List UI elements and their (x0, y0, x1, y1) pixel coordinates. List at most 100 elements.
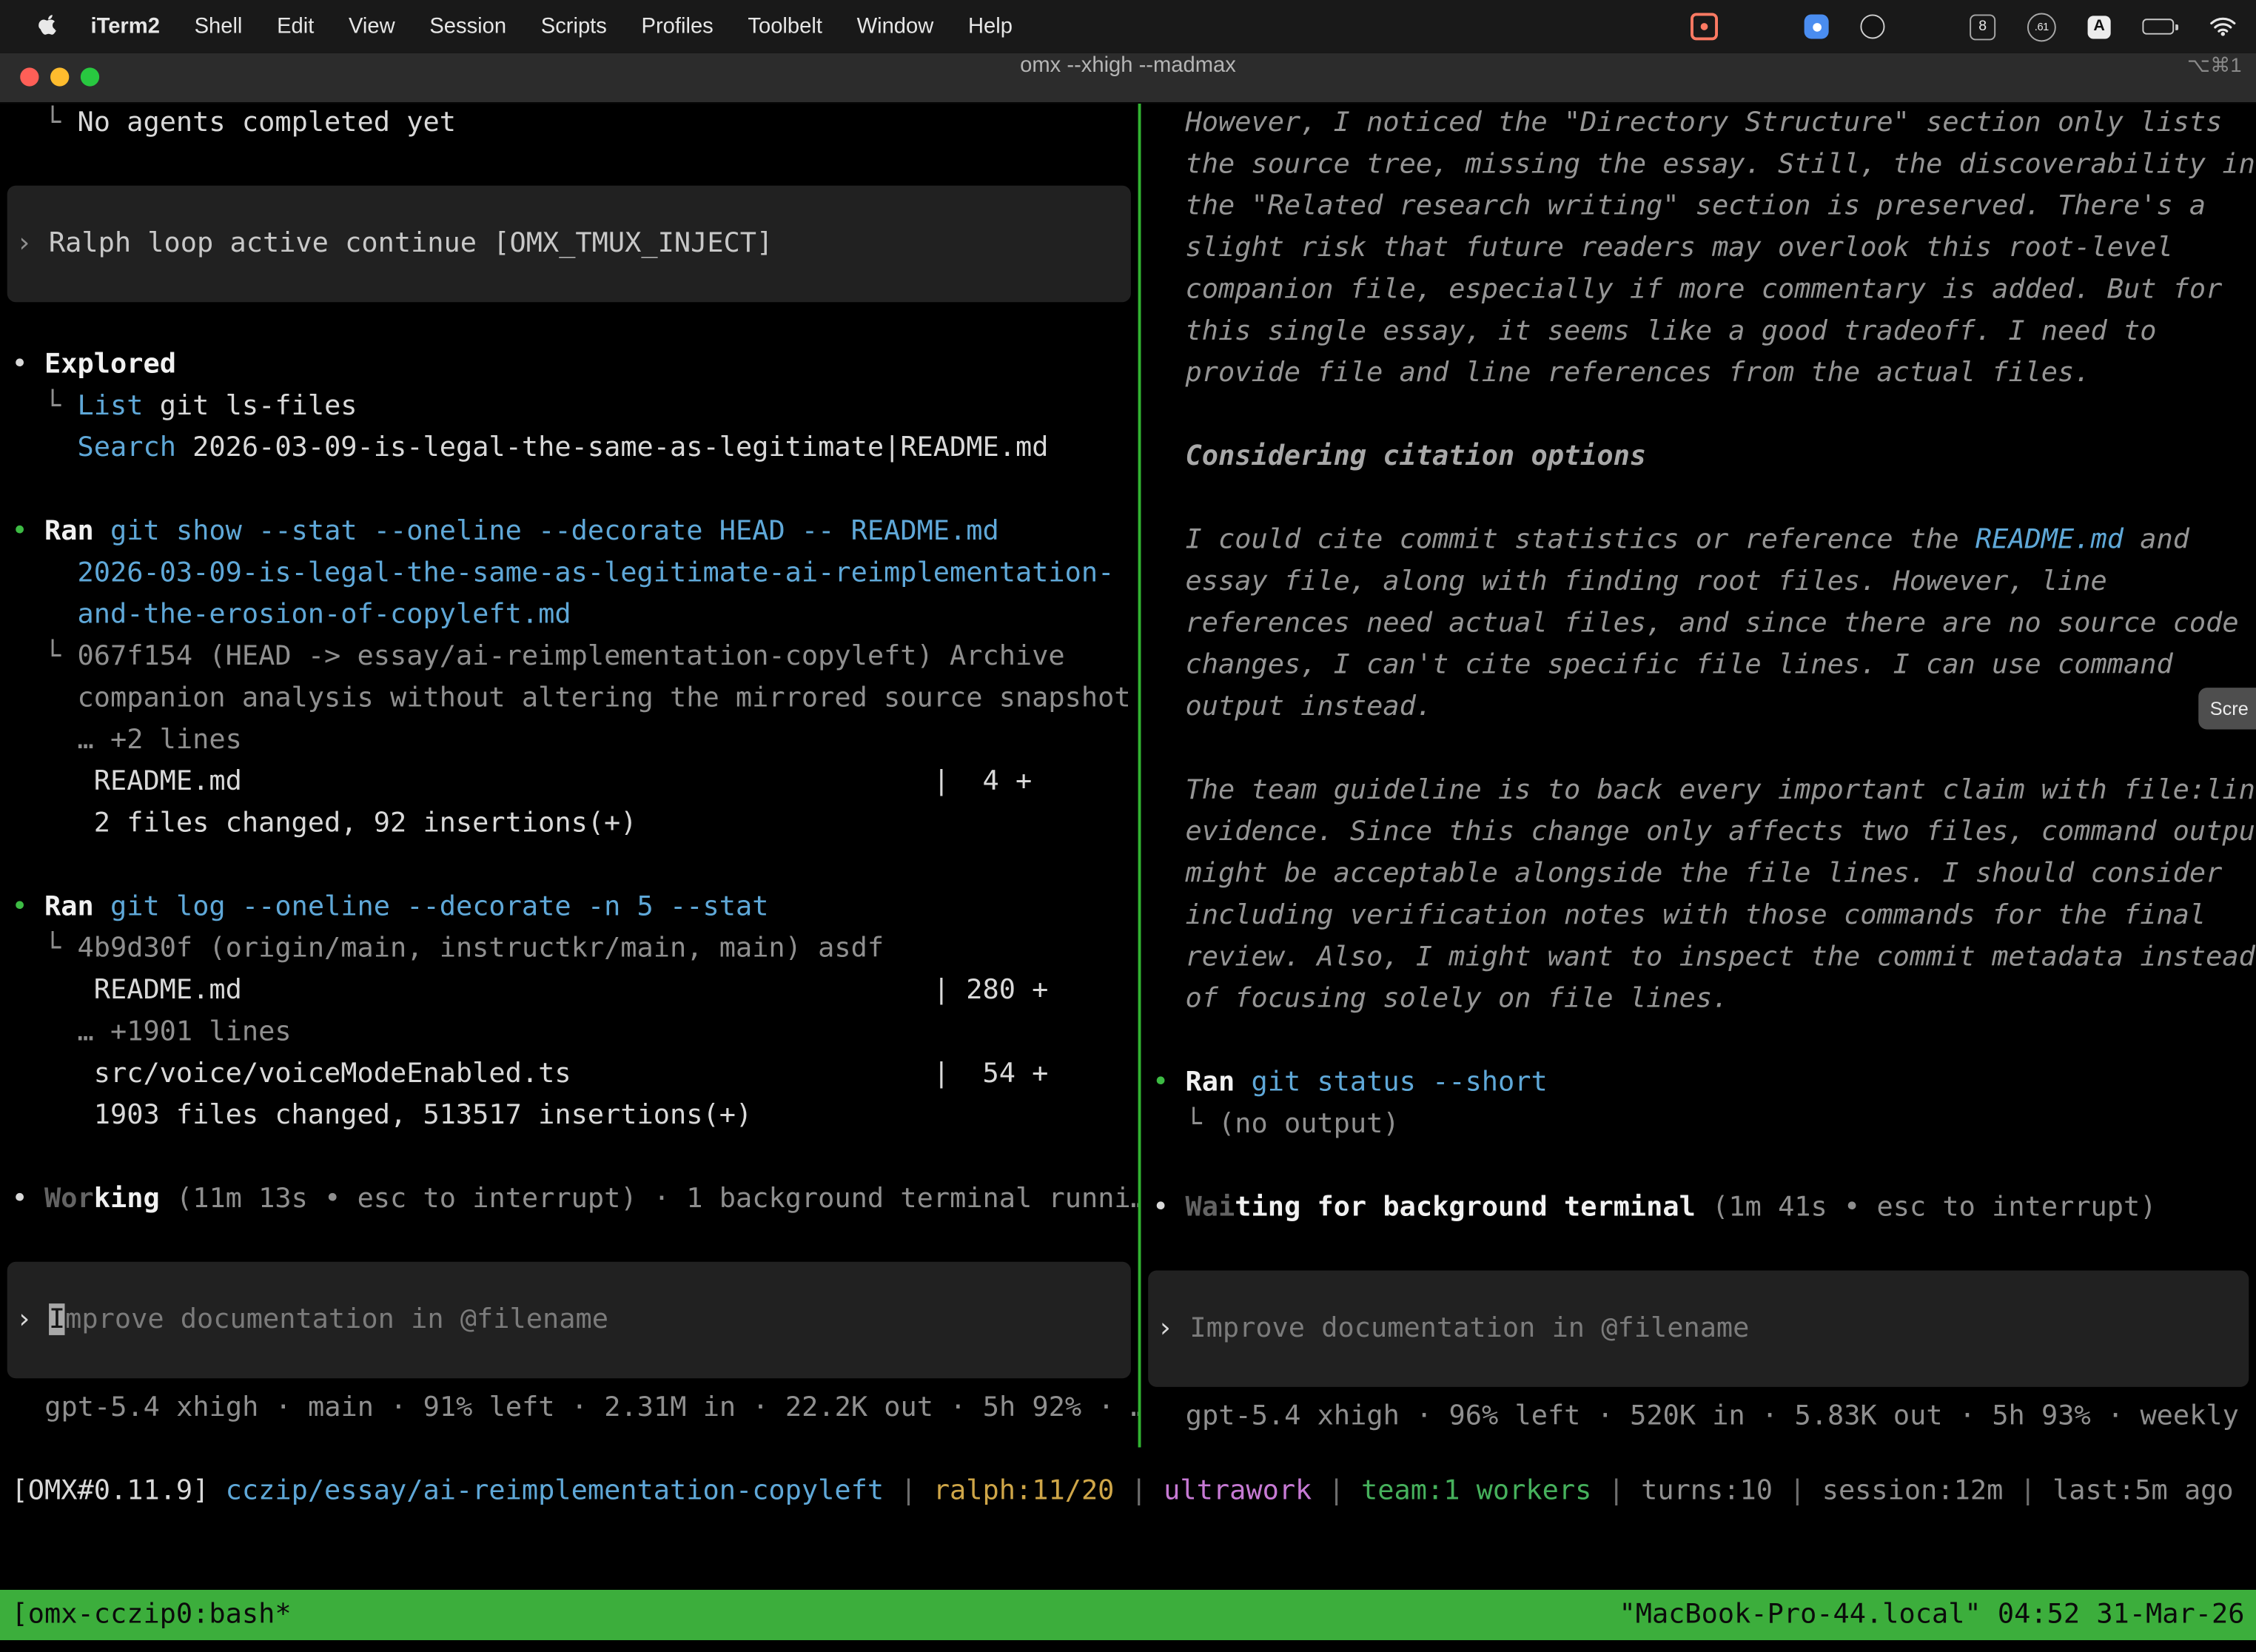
apple-menu[interactable] (0, 14, 73, 38)
terminal-line: the source tree, missing the essay. Stil… (1141, 144, 2256, 185)
macos-menu-bar: iTerm2 Shell Edit View Session Scripts P… (0, 0, 2256, 53)
tmux-session-window: [omx-cczip0:bash* (12, 1590, 292, 1640)
terminal-line: and-the-erosion-of-copyleft.md (0, 594, 1138, 636)
tmux-status-bar: [omx-cczip0:bash* "MacBook-Pro-44.local"… (0, 1590, 2256, 1640)
pane-divider[interactable] (1138, 102, 1141, 1448)
terminal-line (0, 845, 1138, 886)
terminal-line: 1903 files changed, 513517 insertions(+) (0, 1095, 1138, 1136)
menu-item-scripts[interactable]: Scripts (523, 14, 624, 38)
terminal-line: essay file, along with finding root file… (1141, 561, 2256, 602)
terminal-line: references need actual files, and since … (1141, 602, 2256, 644)
terminal-line: • Explored (0, 344, 1138, 386)
session-stats-right: gpt-5.4 xhigh · 96% left · 520K in · 5.8… (1141, 1396, 2256, 1437)
screen-recording-icon[interactable] (1691, 13, 1718, 40)
terminal-line: evidence. Since this change only affects… (1141, 811, 2256, 853)
menu-item-profiles[interactable]: Profiles (624, 14, 731, 38)
menu-item-shell[interactable]: Shell (177, 14, 259, 38)
terminal-panes: └ No agents completed yet › Ralph loop a… (0, 102, 2256, 1448)
ralph-loop-banner: › Ralph loop active continue [OMX_TMUX_I… (7, 186, 1131, 302)
terminal-line: [OMX#0.11.9] cczip/essay/ai-reimplementa… (0, 1471, 2256, 1512)
menu-item-edit[interactable]: Edit (260, 14, 332, 38)
prompt-input-right[interactable]: › Improve documentation in @filename (1148, 1270, 2249, 1386)
prompt-input-left[interactable]: › Improve documentation in @filename (7, 1262, 1131, 1378)
blue-app-icon[interactable] (1805, 14, 1829, 38)
terminal-line (0, 144, 1138, 185)
terminal-line: Considering citation options (1141, 436, 2256, 477)
terminal-line: output instead. (1141, 686, 2256, 728)
terminal-line: └ No agents completed yet (0, 102, 1138, 144)
dots-grid-icon[interactable] (1916, 16, 1938, 37)
circle-61-icon[interactable]: .61 (2027, 13, 2056, 41)
text-cursor: I (49, 1303, 65, 1335)
terminal-line: slight risk that future readers may over… (1141, 227, 2256, 269)
terminal-line: might be acceptable alongside the file l… (1141, 853, 2256, 895)
terminal-line: including verification notes with those … (1141, 895, 2256, 936)
terminal-line: … +1901 lines (0, 1012, 1138, 1053)
terminal-line (1141, 477, 2256, 519)
terminal-line: • Working (11m 13s • esc to interrupt) ·… (0, 1178, 1138, 1220)
terminal-line (1141, 1020, 2256, 1061)
terminal-line: The team guideline is to back every impo… (1141, 770, 2256, 811)
wifi-icon[interactable] (2210, 17, 2236, 36)
terminal-line: └ 067f154 (HEAD -> essay/ai-reimplementa… (0, 636, 1138, 677)
menu-bar-left: iTerm2 Shell Edit View Session Scripts P… (0, 14, 1030, 38)
terminal-line: I could cite commit statistics or refere… (1141, 520, 2256, 561)
terminal-line: └ 4b9d30f (origin/main, instructkr/main,… (0, 928, 1138, 970)
screen-overlay-tab[interactable]: Scre (2198, 688, 2256, 729)
battery-icon[interactable] (2142, 19, 2178, 34)
prompt-input-right-line[interactable]: › Improve documentation in @filename (1148, 1308, 2249, 1349)
ghost-text: Improve documentation in @filename (1189, 1312, 1749, 1344)
grid-app-icon[interactable] (1750, 15, 1773, 38)
terminal-line: However, I noticed the "Directory Struct… (1141, 102, 2256, 144)
left-pane[interactable]: └ No agents completed yet › Ralph loop a… (0, 102, 1138, 1448)
menu-item-session[interactable]: Session (412, 14, 523, 38)
terminal-line (0, 469, 1138, 511)
menu-item-iterm2[interactable]: iTerm2 (73, 14, 177, 38)
terminal-line (0, 1137, 1138, 1178)
ghost-text: mprove documentation in @filename (65, 1303, 608, 1335)
terminal-line: Search 2026-03-09-is-legal-the-same-as-l… (0, 427, 1138, 469)
terminal-line: of focusing solely on file lines. (1141, 978, 2256, 1020)
terminal-line: • Ran git show --stat --oneline --decora… (0, 511, 1138, 552)
terminal-line (1141, 1145, 2256, 1186)
terminal-line: review. Also, I might want to inspect th… (1141, 936, 2256, 978)
prompt-chevron: › (1157, 1312, 1189, 1344)
terminal-line: • Ran git status --short (1141, 1062, 2256, 1104)
terminal-line: README.md | 280 + (0, 970, 1138, 1011)
apple-icon (38, 14, 59, 38)
banner-prompt: › (16, 227, 48, 259)
menu-item-toolbelt[interactable]: Toolbelt (731, 14, 839, 38)
terminal-line: provide file and line references from th… (1141, 352, 2256, 394)
menu-item-help[interactable]: Help (951, 14, 1030, 38)
key-8-icon[interactable]: 8 (1970, 13, 1995, 39)
menu-item-view[interactable]: View (332, 14, 412, 38)
prompt-chevron: › (16, 1303, 48, 1335)
tmux-host-time: "MacBook-Pro-44.local" 04:52 31-Mar-26 (1619, 1590, 2244, 1640)
terminal-line (1141, 1229, 2256, 1270)
left-scrollback-top: └ No agents completed yet (0, 102, 1138, 186)
terminal-line: src/voice/voiceModeEnabled.ts | 54 + (0, 1053, 1138, 1095)
omx-status-bar: [OMX#0.11.9] cczip/essay/ai-reimplementa… (0, 1471, 2256, 1512)
window-title-bar: omx --xhigh --madmax ⌥⌘1 (0, 53, 2256, 104)
terminal-line (0, 302, 1138, 343)
left-scrollback-body: • Explored └ List git ls-files Search 20… (0, 302, 1138, 1262)
right-pane[interactable]: However, I noticed the "Directory Struct… (1141, 102, 2256, 1448)
terminal-line: • Waiting for background terminal (1m 41… (1141, 1187, 2256, 1229)
terminal-line: companion file, especially if more comme… (1141, 269, 2256, 311)
ralph-loop-line: › Ralph loop active continue [OMX_TMUX_I… (7, 223, 1131, 264)
terminal-line (1141, 728, 2256, 770)
terminal-line: changes, I can't cite specific file line… (1141, 645, 2256, 686)
menu-bar-status-icons: 8 .61 A (1691, 13, 2256, 41)
session-stats-left: gpt-5.4 xhigh · main · 91% left · 2.31M … (0, 1387, 1138, 1428)
terminal-line: README.md | 4 + (0, 761, 1138, 802)
menu-item-window[interactable]: Window (839, 14, 950, 38)
input-source-icon[interactable]: A (2088, 15, 2111, 38)
terminal-line: … +2 lines (0, 719, 1138, 761)
terminal-line: companion analysis without altering the … (0, 678, 1138, 719)
right-scrollback: However, I noticed the "Directory Struct… (1141, 102, 2256, 1270)
dark-circle-app-icon[interactable] (1860, 14, 1884, 38)
terminal-line (1141, 394, 2256, 436)
banner-text: Ralph loop active continue [OMX_TMUX_INJ… (49, 227, 773, 259)
terminal-line: • Ran git log --oneline --decorate -n 5 … (0, 886, 1138, 927)
prompt-input-left-line[interactable]: › Improve documentation in @filename (7, 1299, 1131, 1340)
